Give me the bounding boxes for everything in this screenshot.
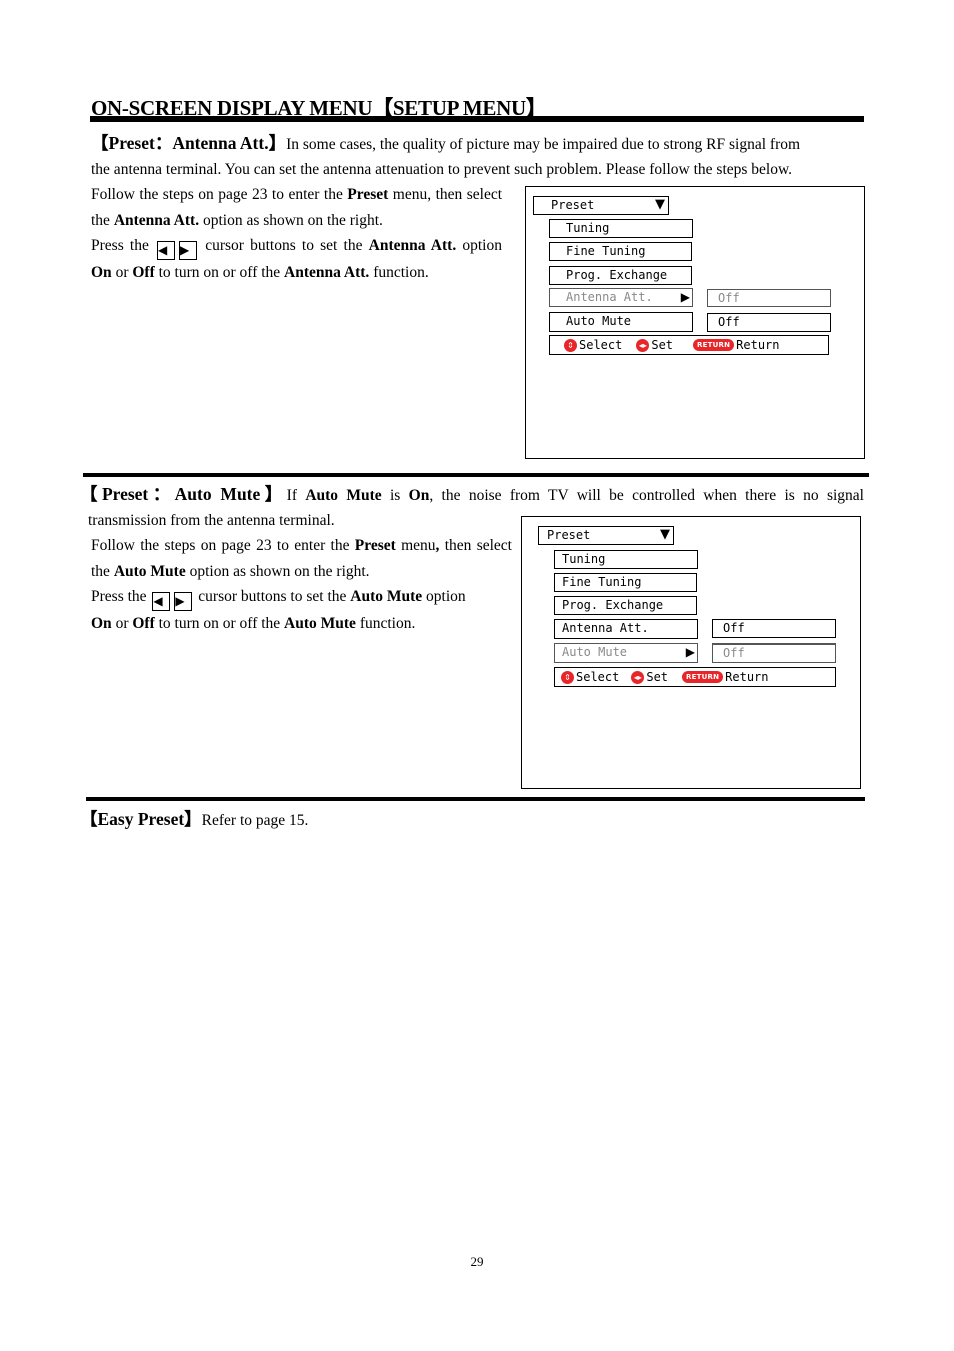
step-text: cursor buttons to set the: [205, 237, 369, 254]
osd-item-antenna-att-selected: Antenna Att. ▶: [549, 288, 693, 307]
help-return-label: Return: [725, 670, 769, 684]
step-text: option as shown on the right.: [199, 211, 383, 229]
left-cursor-icon: ◀: [157, 241, 176, 260]
left-cursor-icon: ◀: [152, 592, 171, 611]
osd-item-fine-tuning: Fine Tuning: [554, 573, 697, 592]
osd-item-prog-exchange: Prog. Exchange: [549, 266, 692, 285]
step-bold: Antenna Att.: [113, 211, 200, 229]
osd-value-antenna-att: Off: [712, 619, 836, 638]
step-bold: Antenna Att.: [368, 237, 457, 254]
mute-section-heading: 【Preset：Auto Mute】: [80, 484, 287, 504]
osd-header-label: Preset: [547, 528, 591, 542]
step-text: option: [422, 588, 466, 605]
help-select-label: Select: [576, 670, 620, 684]
osd-item-auto-mute-selected: Auto Mute ▶: [554, 643, 698, 663]
step-text: function.: [355, 615, 416, 632]
osd-item-fine-tuning: Fine Tuning: [549, 242, 692, 261]
left-right-icon: ◂▸: [636, 338, 650, 352]
step-bold: Auto Mute: [350, 588, 423, 605]
osd-value-auto-mute: Off: [707, 313, 831, 332]
easy-preset-heading: 【Easy Preset】: [80, 809, 202, 829]
right-cursor-icon: ▶: [179, 241, 198, 260]
step-text: Follow the steps on page 23 to enter the: [91, 537, 355, 554]
easy-preset-text: Refer to page 15.: [201, 812, 309, 829]
step-text: Follow the steps on page 23 to enter the: [91, 186, 348, 203]
step-text: function.: [369, 264, 429, 281]
step-text: option as shown on the right.: [185, 562, 370, 580]
antenna-section-heading: 【Preset：Antenna Att.】: [91, 133, 287, 153]
right-arrow-icon: ▶: [680, 290, 690, 304]
osd-item-label: Auto Mute: [562, 645, 628, 659]
osd-item-prog-exchange: Prog. Exchange: [554, 596, 697, 615]
intro-text: If: [286, 487, 306, 504]
section-divider: [83, 473, 869, 477]
osd-item-tuning: Tuning: [549, 219, 693, 238]
title-rule: [90, 116, 864, 122]
step-text: Press the: [91, 588, 147, 605]
intro-text: is: [381, 487, 409, 504]
right-cursor-icon: ▶: [174, 592, 193, 611]
left-right-icon: ◂▸: [631, 670, 645, 684]
osd-header: Preset ▼: [533, 196, 669, 215]
right-arrow-icon: ▶: [685, 645, 695, 659]
step-bold: Off: [132, 264, 155, 281]
step-text: or: [111, 615, 133, 632]
osd-help-bar: ⇕ Select ◂▸ Set RETURN Return: [549, 335, 829, 355]
step-text: to turn on or off the: [154, 615, 285, 632]
osd-item-label: Antenna Att.: [566, 290, 653, 304]
step-text: option: [456, 237, 502, 254]
step-text: or: [111, 264, 133, 281]
osd-header-label: Preset: [551, 198, 595, 212]
intro-text: , the noise from TV will be controlled w…: [429, 487, 864, 504]
antenna-section-intro: 【Preset：Antenna Att.】In some cases, the …: [91, 130, 800, 158]
section-divider: [86, 797, 865, 801]
antenna-steps: Follow the steps on page 23 to enter the…: [91, 182, 502, 286]
step-bold: Auto Mute: [113, 562, 186, 580]
mute-steps: Follow the steps on page 23 to enter the…: [91, 533, 512, 637]
step-bold: On: [91, 264, 112, 281]
dropdown-arrow-icon: ▼: [655, 197, 665, 212]
up-down-icon: ⇕: [564, 338, 577, 352]
help-return-label: Return: [736, 338, 780, 352]
step-text: Press the: [91, 237, 149, 254]
osd-item-auto-mute: Auto Mute: [549, 312, 693, 332]
osd-screen-antenna: Preset ▼ Tuning Fine Tuning Prog. Exchan…: [525, 186, 865, 459]
step-bold: Auto Mute: [284, 615, 356, 632]
help-set-label: Set: [651, 338, 674, 352]
help-set-label: Set: [646, 670, 669, 684]
osd-value-antenna-att: Off: [707, 289, 831, 307]
mute-section-intro: 【Preset：Auto Mute】If Auto Mute is On, th…: [80, 481, 864, 509]
step-text: to turn on or off the: [154, 264, 285, 281]
easy-preset-section: 【Easy Preset】Refer to page 15.: [80, 806, 308, 834]
step-bold: Antenna Att.: [284, 264, 370, 281]
mute-intro-line2: transmission from the antenna terminal.: [88, 512, 335, 529]
step-text: cursor buttons to set the: [198, 588, 351, 605]
step-bold: Preset: [354, 537, 396, 554]
osd-item-tuning: Tuning: [554, 550, 698, 569]
step-bold: On: [91, 615, 112, 632]
osd-item-antenna-att: Antenna Att.: [554, 619, 698, 639]
page-number: 29: [470, 1254, 484, 1269]
antenna-intro-line2: the antenna terminal. You can set the an…: [91, 161, 793, 178]
osd-help-bar: ⇕ Select ◂▸ Set RETURN Return: [554, 667, 836, 687]
osd-header: Preset ▼: [538, 526, 674, 545]
up-down-icon: ⇕: [561, 670, 574, 684]
help-select-label: Select: [579, 338, 623, 352]
step-bold: Preset: [347, 186, 389, 203]
return-badge-icon: RETURN: [693, 339, 735, 351]
osd-value-auto-mute: Off: [712, 643, 836, 663]
step-bold: Off: [132, 615, 155, 632]
osd-screen-auto-mute: Preset ▼ Tuning Fine Tuning Prog. Exchan…: [521, 516, 861, 789]
intro-bold: On: [408, 487, 430, 504]
return-badge-icon: RETURN: [682, 671, 724, 683]
antenna-intro-line1: In some cases, the quality of picture ma…: [286, 136, 801, 153]
intro-bold: Auto Mute: [305, 487, 382, 504]
step-text: menu: [395, 537, 436, 554]
dropdown-arrow-icon: ▼: [660, 527, 670, 542]
